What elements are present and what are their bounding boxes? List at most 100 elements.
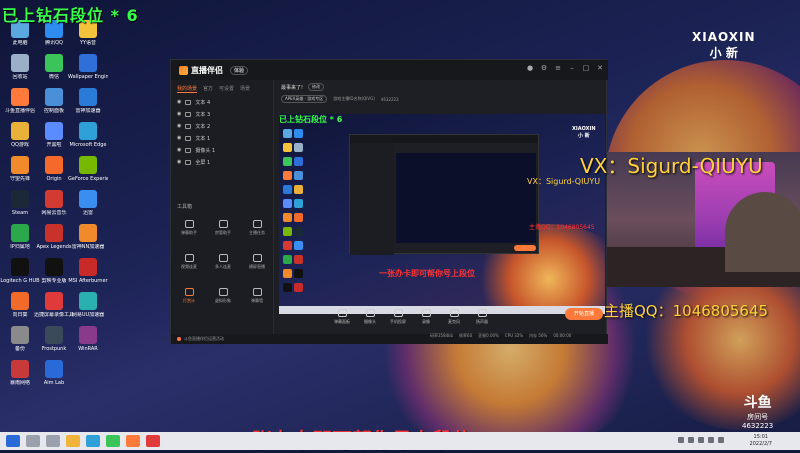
lock-icon[interactable] <box>185 135 192 141</box>
tool-button[interactable]: 虚拟形象 <box>209 288 237 304</box>
visibility-icon[interactable]: ◉ <box>177 159 181 165</box>
maximize-icon[interactable]: □ <box>582 64 590 72</box>
douyu-icon[interactable] <box>126 435 140 447</box>
stream-stats: 码率3584kb 帧率60 丢帧0.00% CPU 32% 内存 56% 00:00:00 <box>430 333 610 339</box>
clock[interactable]: 15:01 2022/2/7 <box>750 434 772 448</box>
scene-tab[interactable]: 可设置 <box>219 85 234 93</box>
tool-button[interactable]: 多人连麦 <box>209 254 237 270</box>
desktop-icon[interactable]: Microsoft Edge <box>68 122 108 148</box>
control-button[interactable]: 手机投屏 <box>389 309 407 325</box>
app-icon <box>45 224 63 242</box>
desktop-icon-label: GeForce Experience <box>68 176 108 182</box>
source-item[interactable]: ◉ 摄像头 1 <box>171 144 273 156</box>
volume-icon[interactable] <box>718 437 724 443</box>
tray-icon[interactable] <box>698 437 704 443</box>
tool-icon <box>184 220 194 228</box>
lock-icon[interactable] <box>185 123 192 129</box>
streaming-app-window[interactable]: 直播伴侣 体验 ● ⚙ ≡ – □ ✕ 我的场景 官方 可设置 场景 ◉ 文本 4 ◉ 文本… <box>170 59 608 344</box>
minimize-icon[interactable]: – <box>568 64 576 72</box>
preview-icon <box>294 185 303 194</box>
tool-button[interactable]: 打赏计 <box>175 288 203 304</box>
overlay-vx: VX：Sigurd-QIUYU <box>580 154 763 178</box>
window-controls: ● ⚙ ≡ – □ ✕ <box>526 64 604 72</box>
source-item[interactable]: ◉ 全屏 1 <box>171 156 273 168</box>
desktop-icon[interactable]: 迅雷 <box>68 190 108 216</box>
visibility-icon[interactable]: ◉ <box>177 135 181 141</box>
search-icon[interactable] <box>26 435 40 447</box>
lock-icon[interactable] <box>185 111 192 117</box>
desktop-icon[interactable]: Wallpaper Engine <box>68 54 108 80</box>
desktop-icon[interactable]: MSI Afterburner <box>68 258 108 284</box>
visibility-icon[interactable]: ◉ <box>177 123 181 129</box>
preview-bottom-banner: 一张办卡即可帮你号上段位 <box>379 269 475 278</box>
control-label: 扬声器 <box>476 319 488 324</box>
tool-icon <box>184 288 194 296</box>
recorder-icon[interactable] <box>146 435 160 447</box>
lock-icon[interactable] <box>185 147 192 153</box>
settings-icon[interactable]: ⚙ <box>540 64 548 72</box>
tool-button[interactable]: 横屏直播 <box>243 254 271 270</box>
window-titlebar[interactable]: 直播伴侣 体验 ● ⚙ ≡ – □ ✕ <box>171 60 608 80</box>
scene-tab[interactable]: 我的场景 <box>177 85 198 93</box>
app-icon <box>45 360 63 378</box>
desktop-icon-label: 雷神加速器 <box>75 108 101 114</box>
source-item[interactable]: ◉ 文本 3 <box>171 108 273 120</box>
wechat-icon[interactable] <box>106 435 120 447</box>
avatar-icon[interactable]: ● <box>526 64 534 72</box>
tool-button[interactable]: 视频连麦 <box>175 254 203 270</box>
visibility-icon[interactable]: ◉ <box>177 111 181 117</box>
tool-label: 横屏直播 <box>249 264 265 269</box>
source-item[interactable]: ◉ 文本 2 <box>171 120 273 132</box>
preview-icon <box>283 255 292 264</box>
desktop-icon[interactable]: 雷神NN加速器 <box>68 224 108 250</box>
tool-icon <box>184 254 194 262</box>
app-name: 直播伴侣 <box>191 65 223 75</box>
explorer-icon[interactable] <box>66 435 80 447</box>
desktop-icon[interactable]: 网易UU加速器 <box>68 292 108 318</box>
control-button[interactable]: 录像 <box>417 309 435 325</box>
desktop-icon[interactable]: GeForce Experience <box>68 156 108 182</box>
start-icon[interactable] <box>6 435 20 447</box>
app-icon <box>11 88 29 106</box>
control-button[interactable]: 麦克风 <box>445 309 463 325</box>
lock-icon[interactable] <box>185 159 192 165</box>
stream-preview[interactable]: 已上钻石段位 * 6 XIAOXIN 小 新 VX：Sigurd-QIUYU 主… <box>279 114 605 314</box>
control-button[interactable]: 弹幕面板 <box>333 309 351 325</box>
tool-label: 打赏计 <box>183 298 195 303</box>
stat-item: 帧率60 <box>459 333 473 338</box>
visibility-icon[interactable]: ◉ <box>177 99 181 105</box>
room-meta: APEX英雄 · 游戏专区 游戏主播ID名称(QIVG) 4632223 <box>275 94 608 104</box>
menu-icon[interactable]: ≡ <box>554 64 562 72</box>
tool-button[interactable]: 弹幕墙 <box>243 288 271 304</box>
source-item[interactable]: ◉ 文本 1 <box>171 132 273 144</box>
app-icon <box>11 54 29 72</box>
clock-date: 2022/2/7 <box>749 441 772 447</box>
app-icon <box>11 190 29 208</box>
scene-tab[interactable]: 场景 <box>240 85 250 93</box>
tool-button[interactable]: 房管助手 <box>209 220 237 236</box>
tray-icon[interactable] <box>688 437 694 443</box>
task-view-icon[interactable] <box>46 435 60 447</box>
control-button[interactable]: 摄像头 <box>361 309 379 325</box>
desktop-icon[interactable]: WinRAR <box>68 326 108 352</box>
category-pill[interactable]: APEX英雄 · 游戏专区 <box>281 95 328 103</box>
edge-icon[interactable] <box>86 435 100 447</box>
tool-button[interactable]: 主播任务 <box>243 220 271 236</box>
desktop-icon[interactable]: 雷神加速器 <box>68 88 108 114</box>
source-item[interactable]: ◉ 文本 4 <box>171 96 273 108</box>
wifi-icon[interactable] <box>708 437 714 443</box>
desktop-icon[interactable]: Aim Lab <box>34 360 74 386</box>
edit-button[interactable]: 修改 <box>308 83 325 91</box>
lock-icon[interactable] <box>185 99 192 105</box>
control-button[interactable]: 扬声器 <box>473 309 491 325</box>
brand-line-1: XIAOXIN <box>692 30 756 44</box>
scene-tab[interactable]: 官方 <box>203 85 213 93</box>
go-live-button[interactable]: 开始直播 <box>565 308 603 320</box>
tool-button[interactable]: 弹幕助手 <box>175 220 203 236</box>
app-icon <box>79 190 97 208</box>
status-text[interactable]: 斗鱼直播伴侣运营活动 <box>184 336 224 342</box>
visibility-icon[interactable]: ◉ <box>177 147 181 153</box>
douyu-room-number: 4632223 <box>742 422 774 430</box>
close-icon[interactable]: ✕ <box>596 64 604 72</box>
tray-icon[interactable] <box>678 437 684 443</box>
